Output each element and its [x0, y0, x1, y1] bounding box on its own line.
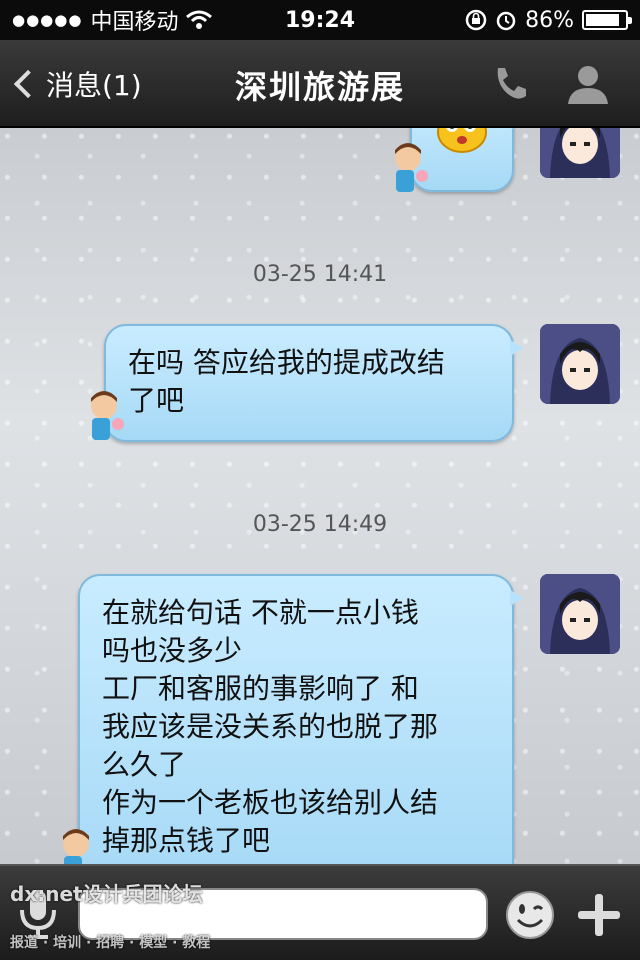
message-bubble[interactable]: 在就给句话 不就一点小钱 吗也没多少 工厂和客服的事影响了 和 我应该是没关系的…: [78, 574, 524, 864]
plus-icon[interactable]: [574, 890, 624, 940]
message-bubble[interactable]: 在吗 答应给我的提成改结 了吧: [104, 324, 524, 442]
avatar-image: [540, 574, 620, 654]
message-text: 在就给句话 不就一点小钱 吗也没多少 工厂和客服的事影响了 和 我应该是没关系的…: [102, 596, 439, 857]
avatar[interactable]: [540, 574, 620, 654]
bubble-pendant-icon: [91, 391, 124, 440]
contact-icon[interactable]: [564, 62, 612, 106]
bubble-pendant-icon: [395, 143, 428, 192]
watermark: dx:net设计兵团论坛: [10, 882, 203, 906]
carrier-label: 中国移动: [90, 10, 179, 35]
rotation-lock-icon: [465, 9, 487, 31]
battery-icon: [582, 10, 632, 30]
page-title: 深圳旅游展: [234, 68, 405, 106]
battery-fill: [586, 14, 619, 26]
battery-percent: 86%: [525, 7, 574, 33]
status-left: ●●●●● 中国移动: [12, 4, 213, 36]
alarm-icon: [496, 11, 516, 31]
avatar-image: [540, 324, 620, 404]
bubble-pendant-icon: [63, 829, 89, 864]
wifi-icon: [186, 10, 213, 29]
phone-icon[interactable]: [488, 62, 532, 106]
chat-area[interactable]: 03-25 14:41 在吗 答应给我的提成改结 了吧 03-25 14:49 …: [0, 128, 640, 864]
avatar[interactable]: [540, 128, 620, 178]
status-right: 86%: [465, 7, 632, 33]
avatar-image: [540, 128, 620, 178]
timestamp: 03-25 14:41: [252, 262, 388, 287]
emoji-icon[interactable]: [505, 890, 555, 940]
nav-bar: 消息(1) 深圳旅游展: [0, 40, 640, 128]
status-bar: ●●●●● 中国移动 19:24 86%: [0, 0, 640, 40]
message-text: 在吗 答应给我的提成改结 了吧: [128, 346, 445, 417]
timestamp: 03-25 14:49: [252, 512, 388, 537]
signal-icon: ●●●●●: [12, 11, 83, 29]
smiley-sticker-icon: [437, 128, 487, 153]
avatar[interactable]: [540, 324, 620, 404]
watermark-subtitle: 报道 · 培训 · 招聘 · 模型 · 教程: [10, 935, 211, 951]
